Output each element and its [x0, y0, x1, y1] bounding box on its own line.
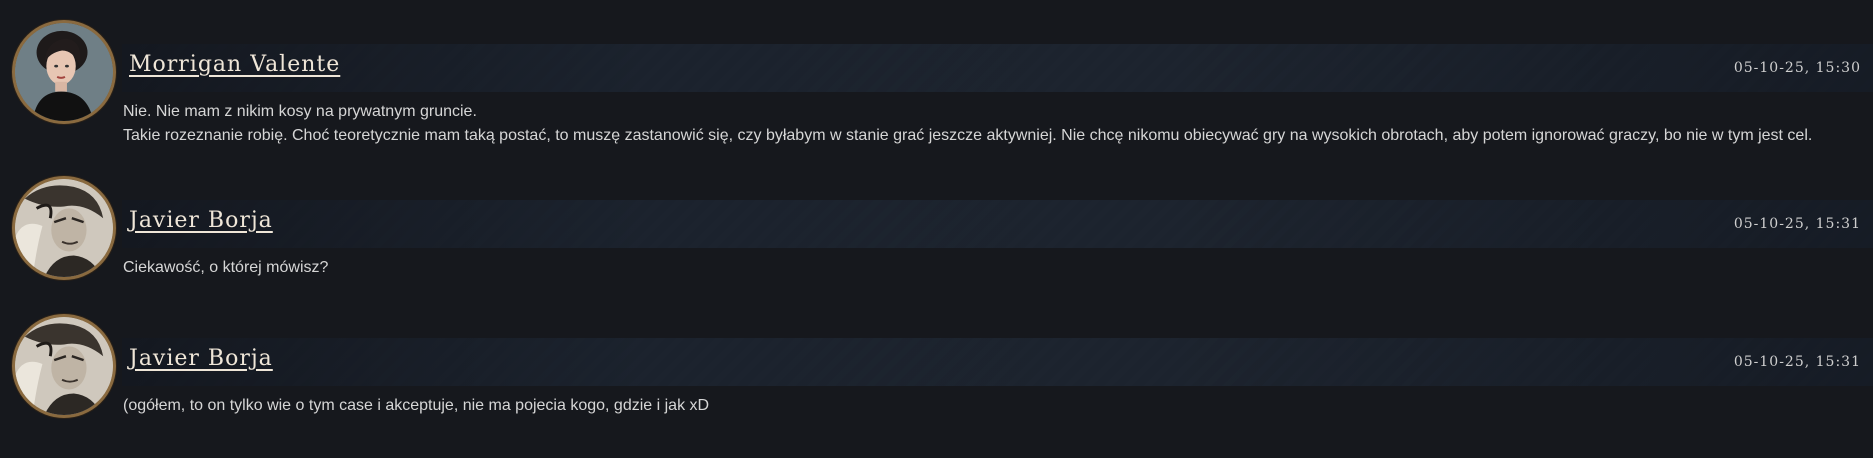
message-feed: Morrigan Valente 05-10-25, 15:30 Nie. Ni…: [0, 0, 1873, 458]
message-timestamp: 05-10-25, 15:31: [1733, 354, 1861, 370]
man-portrait-avatar-icon: [15, 179, 113, 277]
message-item: Javier Borja 05-10-25, 15:31 Ciekawość, …: [0, 174, 1873, 294]
message-text: (ogółem, to on tylko wie o tym case i ak…: [123, 394, 1863, 418]
message-timestamp: 05-10-25, 15:30: [1733, 60, 1861, 76]
man-portrait-avatar-icon: [15, 317, 113, 415]
avatar[interactable]: [12, 176, 116, 280]
message-text: Nie. Nie mam z nikim kosy na prywatnym g…: [123, 100, 1863, 148]
message-line: Nie. Nie mam z nikim kosy na prywatnym g…: [123, 103, 477, 120]
message-item: Javier Borja 05-10-25, 15:31 (ogółem, to…: [0, 312, 1873, 432]
message-item: Morrigan Valente 05-10-25, 15:30 Nie. Ni…: [0, 18, 1873, 168]
message-line: (ogółem, to on tylko wie o tym case i ak…: [123, 397, 710, 414]
avatar[interactable]: [12, 314, 116, 418]
message-header-bar: [122, 200, 1873, 248]
woman-portrait-avatar-icon: [15, 23, 113, 121]
message-timestamp: 05-10-25, 15:31: [1733, 216, 1861, 232]
avatar[interactable]: [12, 20, 116, 124]
message-header-bar: [122, 44, 1873, 92]
message-line: Takie rozeznanie robię. Choć teoretyczni…: [123, 127, 1813, 144]
author-name[interactable]: Morrigan Valente: [129, 52, 340, 77]
message-header-bar: [122, 338, 1873, 386]
author-name[interactable]: Javier Borja: [129, 208, 273, 233]
message-line: Ciekawość, o której mówisz?: [123, 259, 329, 276]
message-text: Ciekawość, o której mówisz?: [123, 256, 1863, 280]
author-name[interactable]: Javier Borja: [129, 346, 273, 371]
